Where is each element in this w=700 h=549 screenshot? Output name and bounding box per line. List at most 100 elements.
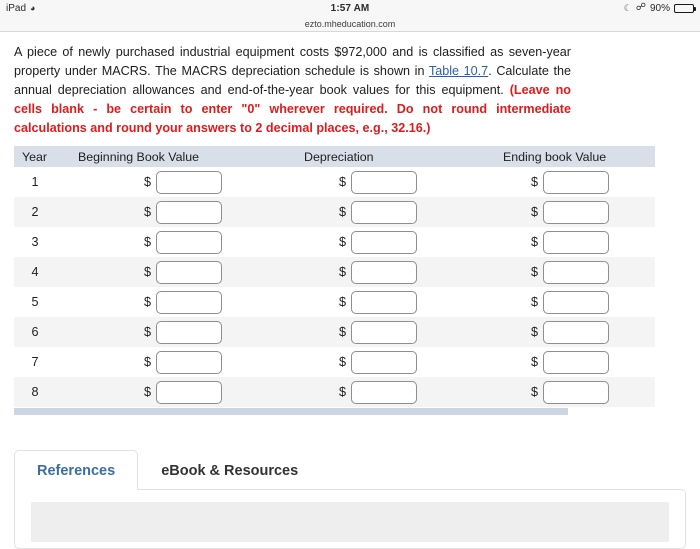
depreciation-input-year-8[interactable]: [351, 380, 417, 404]
panel-content-placeholder: [31, 502, 669, 542]
table-header-row: Year Beginning Book Value Depreciation E…: [14, 146, 655, 167]
cell-year: 7: [14, 347, 70, 377]
ending-book-value-input-year-7[interactable]: [543, 350, 609, 374]
currency-symbol: $: [143, 175, 151, 189]
col-header-beginning: Beginning Book Value: [70, 146, 264, 167]
table-row: 4 $ $ $: [14, 257, 655, 287]
table-row: 2 $ $ $: [14, 197, 655, 227]
question-text: A piece of newly purchased industrial eq…: [14, 43, 571, 138]
currency-symbol: $: [338, 325, 346, 339]
currency-symbol: $: [338, 295, 346, 309]
beginning-book-value-input-year-4[interactable]: [156, 260, 222, 284]
ending-book-value-input-year-8[interactable]: [543, 380, 609, 404]
cell-beginning-book-value: $: [70, 287, 264, 317]
tab-ebook-resources[interactable]: eBook & Resources: [138, 450, 321, 490]
depreciation-input-year-1[interactable]: [351, 170, 417, 194]
table-row: 7 $ $ $: [14, 347, 655, 377]
currency-symbol: $: [338, 205, 346, 219]
cell-year: 3: [14, 227, 70, 257]
table-10-7-link[interactable]: Table 10.7: [429, 64, 488, 78]
battery-icon: [674, 3, 696, 13]
currency-symbol: $: [530, 205, 538, 219]
cell-depreciation: $: [264, 227, 472, 257]
beginning-book-value-input-year-8[interactable]: [156, 380, 222, 404]
tab-references[interactable]: References: [14, 450, 139, 490]
ending-book-value-input-year-3[interactable]: [543, 230, 609, 254]
cell-beginning-book-value: $: [70, 167, 264, 197]
currency-symbol: $: [143, 235, 151, 249]
currency-symbol: $: [338, 175, 346, 189]
cell-year: 2: [14, 197, 70, 227]
cell-beginning-book-value: $: [70, 227, 264, 257]
table-row: 1 $ $ $: [14, 167, 655, 197]
bottom-tabs-section: References eBook & Resources: [14, 450, 686, 549]
currency-symbol: $: [143, 355, 151, 369]
cell-year: 4: [14, 257, 70, 287]
cell-beginning-book-value: $: [70, 377, 264, 407]
cell-ending-book-value: $: [472, 257, 655, 287]
depreciation-input-year-5[interactable]: [351, 290, 417, 314]
table-row: 5 $ $ $: [14, 287, 655, 317]
ending-book-value-input-year-2[interactable]: [543, 200, 609, 224]
url-text: ezto.mheducation.com: [304, 18, 396, 29]
cell-depreciation: $: [264, 317, 472, 347]
ending-book-value-input-year-4[interactable]: [543, 260, 609, 284]
cell-year: 6: [14, 317, 70, 347]
cell-beginning-book-value: $: [70, 197, 264, 227]
cell-depreciation: $: [264, 167, 472, 197]
currency-symbol: $: [338, 355, 346, 369]
ending-book-value-input-year-6[interactable]: [543, 320, 609, 344]
beginning-book-value-input-year-1[interactable]: [156, 170, 222, 194]
cell-ending-book-value: $: [472, 347, 655, 377]
browser-url-bar[interactable]: ezto.mheducation.com: [0, 16, 700, 32]
bluetooth-icon: ☍: [635, 2, 646, 13]
currency-symbol: $: [143, 295, 151, 309]
cell-ending-book-value: $: [472, 227, 655, 257]
depreciation-input-year-4[interactable]: [351, 260, 417, 284]
currency-symbol: $: [338, 235, 346, 249]
currency-symbol: $: [530, 235, 538, 249]
cell-beginning-book-value: $: [70, 257, 264, 287]
answer-table: Year Beginning Book Value Depreciation E…: [14, 146, 655, 407]
ending-book-value-input-year-5[interactable]: [543, 290, 609, 314]
table-row: 8 $ $ $: [14, 377, 655, 407]
ending-book-value-input-year-1[interactable]: [543, 170, 609, 194]
status-bar-right: ☾ ☍ 90%: [624, 2, 696, 14]
beginning-book-value-input-year-6[interactable]: [156, 320, 222, 344]
beginning-book-value-input-year-7[interactable]: [156, 350, 222, 374]
currency-symbol: $: [530, 325, 538, 339]
currency-symbol: $: [338, 265, 346, 279]
depreciation-input-year-7[interactable]: [351, 350, 417, 374]
cell-depreciation: $: [264, 287, 472, 317]
depreciation-input-year-2[interactable]: [351, 200, 417, 224]
cell-beginning-book-value: $: [70, 347, 264, 377]
table-body: 1 $ $ $2 $ $ $3 $ $ $4 $ $ $5 $ $ $6 $ $ $7 $ $ $8 $ $ $: [14, 167, 655, 407]
beginning-book-value-input-year-3[interactable]: [156, 230, 222, 254]
cell-year: 5: [14, 287, 70, 317]
cell-depreciation: $: [264, 257, 472, 287]
currency-symbol: $: [143, 385, 151, 399]
tab-strip: References eBook & Resources: [14, 450, 686, 490]
currency-symbol: $: [143, 265, 151, 279]
table-row: 6 $ $ $: [14, 317, 655, 347]
currency-symbol: $: [530, 265, 538, 279]
depreciation-input-year-6[interactable]: [351, 320, 417, 344]
currency-symbol: $: [530, 385, 538, 399]
cell-year: 1: [14, 167, 70, 197]
cell-ending-book-value: $: [472, 167, 655, 197]
tab-panel-references: [14, 489, 686, 549]
currency-symbol: $: [530, 355, 538, 369]
beginning-book-value-input-year-2[interactable]: [156, 200, 222, 224]
currency-symbol: $: [530, 175, 538, 189]
depreciation-input-year-3[interactable]: [351, 230, 417, 254]
status-bar-clock: 1:57 AM: [330, 2, 370, 14]
cell-depreciation: $: [264, 347, 472, 377]
col-header-ending: Ending book Value: [472, 146, 655, 167]
cell-beginning-book-value: $: [70, 317, 264, 347]
beginning-book-value-input-year-5[interactable]: [156, 290, 222, 314]
cell-ending-book-value: $: [472, 287, 655, 317]
cell-ending-book-value: $: [472, 197, 655, 227]
battery-percent-label: 90%: [649, 2, 670, 14]
cell-ending-book-value: $: [472, 317, 655, 347]
table-head: Year Beginning Book Value Depreciation E…: [14, 146, 655, 167]
